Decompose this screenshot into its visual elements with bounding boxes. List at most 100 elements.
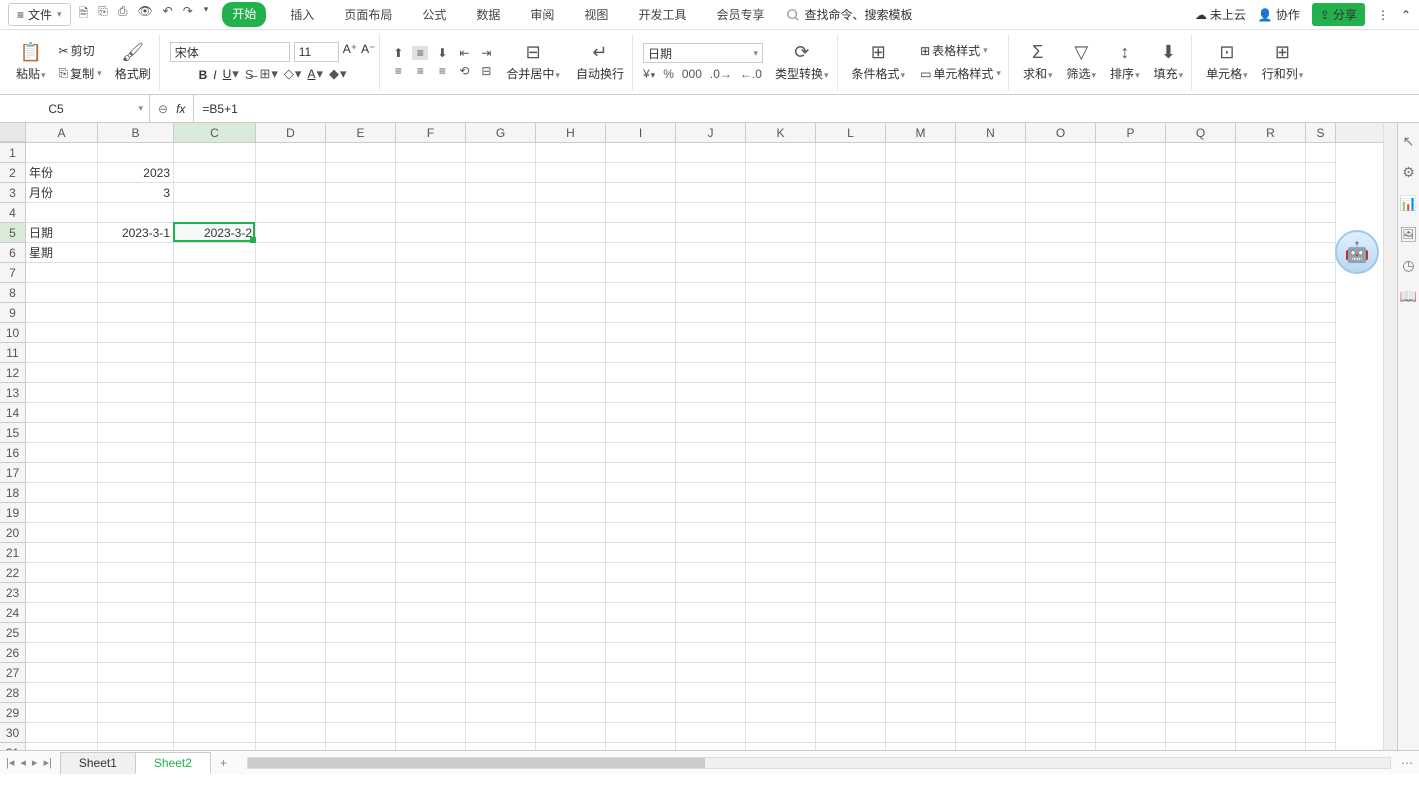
align-center-icon[interactable]: ≡ [412,64,428,78]
cell-L27[interactable] [816,663,886,683]
cell-M29[interactable] [886,703,956,723]
cell-S27[interactable] [1306,663,1336,683]
cell-G8[interactable] [466,283,536,303]
cell-C22[interactable] [174,563,256,583]
italic-button[interactable]: I [213,67,216,82]
image-panel-icon[interactable]: 🖼 [1400,226,1418,243]
cell-L11[interactable] [816,343,886,363]
cell-P25[interactable] [1096,623,1166,643]
cell-A7[interactable] [26,263,98,283]
cell-R20[interactable] [1236,523,1306,543]
cell-K5[interactable] [746,223,816,243]
cell-M24[interactable] [886,603,956,623]
save-icon[interactable]: 🗎 [79,4,89,25]
col-header-D[interactable]: D [256,123,326,142]
cell-S21[interactable] [1306,543,1336,563]
cell-L6[interactable] [816,243,886,263]
cell-E6[interactable] [326,243,396,263]
cell-E30[interactable] [326,723,396,743]
cell-R25[interactable] [1236,623,1306,643]
cell-format-button[interactable]: ⊡单元格▾ [1202,40,1252,84]
cell-Q8[interactable] [1166,283,1236,303]
cell-J20[interactable] [676,523,746,543]
orientation-icon[interactable]: ⟲ [456,64,472,78]
cell-B16[interactable] [98,443,174,463]
cell-C24[interactable] [174,603,256,623]
sheet-tab-Sheet1[interactable]: Sheet1 [60,752,136,774]
cell-D6[interactable] [256,243,326,263]
cell-F21[interactable] [396,543,466,563]
cell-F13[interactable] [396,383,466,403]
prev-sheet-icon[interactable]: ◂ [20,756,26,769]
row-header-27[interactable]: 27 [0,663,25,683]
cell-S30[interactable] [1306,723,1336,743]
cell-J16[interactable] [676,443,746,463]
cell-E23[interactable] [326,583,396,603]
cell-N17[interactable] [956,463,1026,483]
cell-M9[interactable] [886,303,956,323]
cell-R1[interactable] [1236,143,1306,163]
cell-Q20[interactable] [1166,523,1236,543]
cell-K4[interactable] [746,203,816,223]
cell-N10[interactable] [956,323,1026,343]
cell-C29[interactable] [174,703,256,723]
cell-Q12[interactable] [1166,363,1236,383]
cell-S2[interactable] [1306,163,1336,183]
cell-B31[interactable] [98,743,174,750]
tab-开发工具[interactable]: 开发工具 [632,2,692,27]
cell-C13[interactable] [174,383,256,403]
cell-G22[interactable] [466,563,536,583]
cell-O5[interactable] [1026,223,1096,243]
cell-I26[interactable] [606,643,676,663]
cell-O20[interactable] [1026,523,1096,543]
row-header-7[interactable]: 7 [0,263,25,283]
cell-F26[interactable] [396,643,466,663]
cell-M5[interactable] [886,223,956,243]
cell-D22[interactable] [256,563,326,583]
cell-A20[interactable] [26,523,98,543]
cell-R4[interactable] [1236,203,1306,223]
cell-Q23[interactable] [1166,583,1236,603]
cell-G9[interactable] [466,303,536,323]
cell-M23[interactable] [886,583,956,603]
cell-O6[interactable] [1026,243,1096,263]
cell-H27[interactable] [536,663,606,683]
cell-L7[interactable] [816,263,886,283]
cell-B18[interactable] [98,483,174,503]
row-header-8[interactable]: 8 [0,283,25,303]
copy-button[interactable]: ⎘复制▾ [56,64,105,83]
cell-H31[interactable] [536,743,606,750]
cell-A16[interactable] [26,443,98,463]
cell-M21[interactable] [886,543,956,563]
cell-I12[interactable] [606,363,676,383]
col-header-O[interactable]: O [1026,123,1096,142]
cell-K1[interactable] [746,143,816,163]
row-header-14[interactable]: 14 [0,403,25,423]
cell-F30[interactable] [396,723,466,743]
borders-button[interactable]: ⊞▾ [259,66,277,82]
col-header-R[interactable]: R [1236,123,1306,142]
cell-J2[interactable] [676,163,746,183]
cell-L18[interactable] [816,483,886,503]
cell-Q7[interactable] [1166,263,1236,283]
cell-A3[interactable]: 月份 [26,183,98,203]
cell-O22[interactable] [1026,563,1096,583]
fx-icon[interactable]: fx [176,102,185,116]
cell-J22[interactable] [676,563,746,583]
cell-O14[interactable] [1026,403,1096,423]
cell-A11[interactable] [26,343,98,363]
cell-J11[interactable] [676,343,746,363]
cell-J25[interactable] [676,623,746,643]
cell-H24[interactable] [536,603,606,623]
cell-N20[interactable] [956,523,1026,543]
align-top-icon[interactable]: ⬆ [390,46,406,60]
cell-F9[interactable] [396,303,466,323]
col-header-I[interactable]: I [606,123,676,142]
cell-S25[interactable] [1306,623,1336,643]
cell-O21[interactable] [1026,543,1096,563]
cell-O31[interactable] [1026,743,1096,750]
cell-I7[interactable] [606,263,676,283]
cell-B10[interactable] [98,323,174,343]
cell-B9[interactable] [98,303,174,323]
cell-Q31[interactable] [1166,743,1236,750]
